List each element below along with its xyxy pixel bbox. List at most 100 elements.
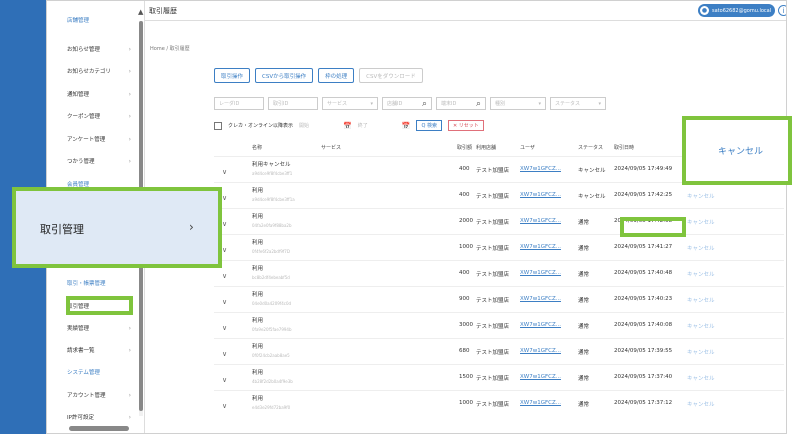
row-user-link[interactable]: XW7w1GFCZ... [520, 166, 561, 172]
sidebar-item-label: アカウント管理 [67, 393, 106, 399]
sidebar-item[interactable]: 店舗管理 [67, 13, 131, 27]
type-select[interactable]: 種別 ▾ [490, 97, 546, 110]
terminal-id-input[interactable]: 端末ID ⌕ [436, 97, 486, 110]
scroll-up-icon[interactable]: ▲ [138, 8, 143, 16]
status-select[interactable]: ステータス ▾ [550, 97, 606, 110]
top-header: 取引履歴 ● sato62682@gomu.local i [145, 1, 786, 21]
reset-button[interactable]: ✕ リセット [447, 120, 484, 131]
date-end-input[interactable]: 終了 [358, 122, 396, 129]
cancel-link[interactable]: キャンセル [687, 322, 715, 330]
row-amount: 400 [459, 270, 470, 276]
sidebar-item[interactable]: 通知管理 › [67, 87, 131, 101]
row-amount: 1000 [459, 244, 473, 250]
search-button[interactable]: Q 検索 [416, 120, 442, 131]
expand-row-icon[interactable]: ∨ [222, 194, 227, 202]
sidebar-item[interactable]: お知らせ管理 › [67, 42, 131, 56]
sidebar-item[interactable]: アンケート管理 › [67, 132, 131, 146]
sidebar-item[interactable]: 実績管理 › [67, 321, 131, 335]
sidebar-item-label: 取引・帳票管理 [67, 281, 106, 287]
expand-row-icon[interactable]: ∨ [222, 220, 227, 228]
action-buttons: 取引操作 CSVから取引操作 枠の処理 CSVをダウンロード [214, 68, 423, 83]
row-store: テスト加盟店 [476, 324, 510, 330]
sidebar-item[interactable]: システム管理 [67, 365, 131, 379]
sidebar-item[interactable]: IP許可設定 › [67, 410, 131, 424]
row-user-link[interactable]: XW7w1GFCZ... [520, 374, 561, 380]
row-store: テスト加盟店 [476, 402, 510, 408]
row-amount: 1500 [459, 374, 473, 380]
row-id: e4d3e29fd72ba9f0 [252, 405, 291, 410]
csv-operation-button[interactable]: CSVから取引操作 [255, 68, 314, 83]
row-id: 0f0f24cb2aab8ae5 [252, 353, 290, 358]
sidebar-item[interactable]: つかう管理 › [67, 154, 131, 168]
row-date: 2024/09/05 17:40:48 [614, 270, 673, 276]
cancel-link[interactable]: キャンセル [687, 218, 715, 226]
frame-process-button[interactable]: 枠の処理 [318, 68, 355, 83]
transaction-id-input[interactable]: 取引ID [268, 97, 318, 110]
expand-row-icon[interactable]: ∨ [222, 246, 227, 254]
search-icon: ⌕ [475, 98, 481, 109]
chevron-right-icon: › [128, 157, 131, 165]
row-user-link[interactable]: XW7w1GFCZ... [520, 296, 561, 302]
row-store: テスト加盟店 [476, 246, 510, 252]
expand-row-icon[interactable]: ∨ [222, 376, 227, 384]
expand-row-icon[interactable]: ∨ [222, 272, 227, 280]
cancel-link[interactable]: キャンセル [687, 348, 715, 356]
sidebar-item[interactable]: アカウント管理 › [67, 388, 131, 402]
row-user-link[interactable]: XW7w1GFCZ... [520, 322, 561, 328]
table-row: ∨ 利用 e4d3e29fd72ba9f0 1000 テスト加盟店 XW7w1GFCZ..… [214, 390, 784, 416]
sidebar-item[interactable]: お知らせカテゴリ › [67, 64, 131, 78]
sidebar-item-label: システム管理 [67, 370, 100, 376]
calendar-icon[interactable]: 📅 [402, 122, 411, 130]
row-user-link[interactable]: XW7w1GFCZ... [520, 218, 561, 224]
row-date: 2024/09/05 17:37:40 [614, 374, 673, 380]
expand-row-icon[interactable]: ∨ [222, 402, 227, 410]
user-menu-button[interactable]: ● sato62682@gomu.local [698, 4, 775, 17]
horizontal-scrollbar[interactable] [69, 426, 129, 431]
sidebar-item[interactable]: 請求書一覧 › [67, 343, 131, 357]
filter-row-1: レーダID 取引ID サービス ▾ 店舗ID ⌕ 端末ID ⌕ 種別 ▾ ステータス ▾ [214, 97, 606, 110]
row-id: 0f4fe6f2a2bdf9f7D [252, 249, 290, 254]
date-start-input[interactable]: 開始 [299, 122, 337, 129]
cancel-link[interactable]: キャンセル [687, 296, 715, 304]
expand-row-icon[interactable]: ∨ [222, 168, 227, 176]
cancel-link[interactable]: キャンセル [687, 270, 715, 278]
sidebar-item-label: お知らせカテゴリ [67, 69, 111, 75]
csv-download-button[interactable]: CSVをダウンロード [359, 68, 423, 83]
expand-row-icon[interactable]: ∨ [222, 298, 227, 306]
row-name: 利用 [252, 344, 264, 350]
row-status: 通常 [578, 350, 590, 356]
row-user-link[interactable]: XW7w1GFCZ... [520, 192, 561, 198]
cancel-link[interactable]: キャンセル [687, 400, 715, 408]
row-user-link[interactable]: XW7w1GFCZ... [520, 400, 561, 406]
filter-row-2: クレカ・オンライン以降表示 開始 📅 終了 📅 Q 検索 ✕ リセット [214, 120, 484, 131]
transaction-operation-button[interactable]: 取引操作 [214, 68, 251, 83]
row-name: 利用 [252, 240, 264, 246]
reader-id-input[interactable]: レーダID [214, 97, 264, 110]
row-status: 通常 [578, 246, 590, 252]
calendar-icon[interactable]: 📅 [343, 122, 352, 130]
expand-row-icon[interactable]: ∨ [222, 350, 227, 358]
service-select[interactable]: サービス ▾ [322, 97, 378, 110]
cancel-link[interactable]: キャンセル [687, 374, 715, 382]
row-user-link[interactable]: XW7w1GFCZ... [520, 244, 561, 250]
row-status: 通常 [578, 376, 590, 382]
table-row: ∨ 利用 4b28f2d2b0a4f9e3b 1500 テスト加盟店 XW7w1GFCZ.… [214, 364, 784, 390]
row-name: 利用 [252, 214, 264, 220]
cancel-link[interactable]: キャンセル [687, 192, 715, 200]
cancel-link[interactable]: キャンセル [687, 244, 715, 252]
row-store: テスト加盟店 [476, 272, 510, 278]
expand-row-icon[interactable]: ∨ [222, 324, 227, 332]
sidebar-item[interactable]: クーポン管理 › [67, 109, 131, 123]
online-checkbox[interactable] [214, 121, 222, 130]
row-id: 0fa9e20f5fae7994b [252, 327, 292, 332]
sidebar-item-label: 請求書一覧 [67, 348, 95, 354]
store-id-input[interactable]: 店舗ID ⌕ [382, 97, 432, 110]
row-user-link[interactable]: XW7w1GFCZ... [520, 270, 561, 276]
chevron-right-icon: › [128, 391, 131, 399]
table-row: ∨ 利用 04fa2e0fa9f88ba2b 2000 テスト加盟店 XW7w1GFCZ.… [214, 208, 784, 234]
table-row: ∨ 利用 0f4fe6f2a2bdf9f7D 1000 テスト加盟店 XW7w1GFCZ.… [214, 234, 784, 260]
table-row: ∨ 利用 0fa9e20f5fae7994b 3000 テスト加盟店 XW7w1GFCZ.… [214, 312, 784, 338]
row-user-link[interactable]: XW7w1GFCZ... [520, 348, 561, 354]
sidebar-item[interactable]: 取引・帳票管理 [67, 276, 131, 290]
info-icon[interactable]: i [778, 5, 786, 16]
